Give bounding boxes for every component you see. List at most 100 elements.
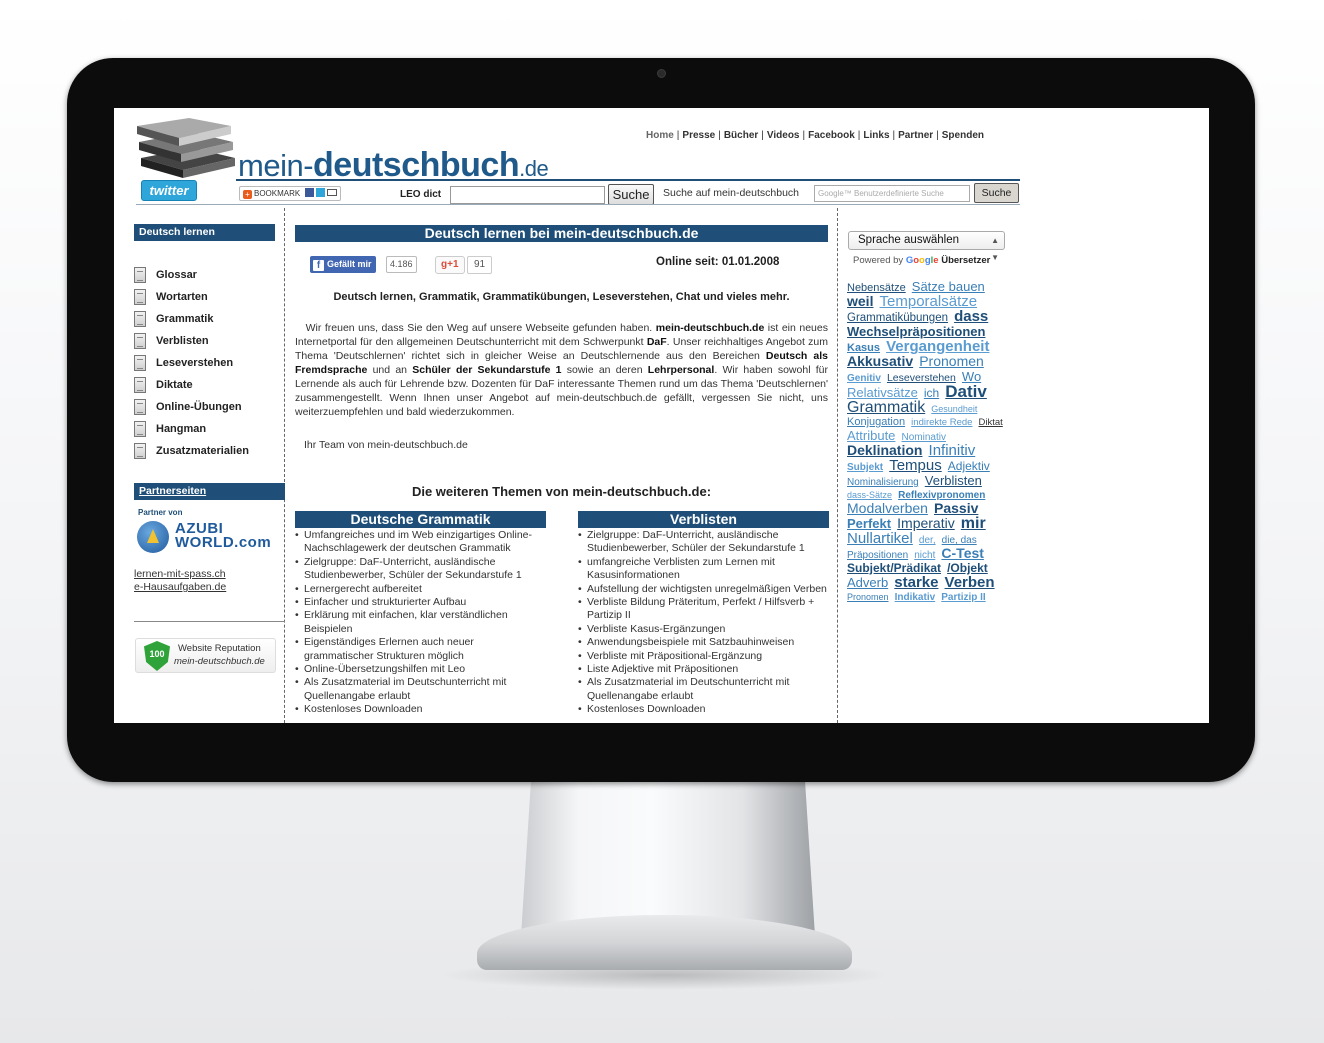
list-item: Anwendungsbeispiele mit Satzbauhinweisen [578, 636, 829, 650]
verblisten-box-title[interactable]: Verblisten [578, 511, 829, 528]
list-item: Lernergerecht aufbereitet [295, 583, 546, 597]
azubi-logo-icon[interactable] [137, 521, 169, 553]
tag-link[interactable]: ich [924, 386, 939, 400]
tag-link[interactable]: Tempus [889, 457, 942, 474]
nav-item-presse[interactable]: Presse [682, 130, 715, 141]
google-plus-button[interactable]: g+1 [435, 256, 465, 274]
select-arrows-icon: ▲ ▼ [991, 236, 999, 262]
partner-link[interactable]: lernen-mit-spass.ch [134, 568, 226, 581]
nav-item-videos[interactable]: Videos [767, 130, 800, 141]
site-search-input[interactable]: Google™ Benutzerdefinierte Suche [814, 185, 970, 202]
tag-link[interactable]: Gesundheit [931, 404, 977, 414]
sidebar-item-diktate[interactable]: Diktate [134, 374, 249, 396]
team-signature: Ihr Team von mein-deutschbuch.de [304, 439, 468, 451]
tag-link[interactable]: mir [961, 515, 986, 532]
facebook-like-button[interactable]: f Gefällt mir [310, 256, 376, 273]
reputation-title: Website Reputation [178, 643, 261, 654]
tag-link[interactable]: Modalverben [847, 500, 928, 516]
nav-item-links[interactable]: Links [863, 130, 889, 141]
tag-link[interactable]: weil [847, 293, 873, 309]
tag-link[interactable]: Nominalisierung [847, 477, 919, 488]
tag-link[interactable]: Wechselpräpositionen [847, 324, 985, 339]
leo-search-button[interactable]: Suche [608, 184, 654, 205]
tag-link[interactable]: Partizip II [941, 592, 985, 603]
sidebar-item-verblisten[interactable]: Verblisten [134, 330, 249, 352]
tag-link[interactable]: Deklination [847, 442, 922, 458]
language-select[interactable]: Sprache auswählen ▲ ▼ [848, 231, 1005, 262]
tag-link[interactable]: Pronomen [919, 353, 984, 369]
sidebar-item-grammatik[interactable]: Grammatik [134, 308, 249, 330]
tag-link[interactable]: Akkusativ [847, 353, 913, 369]
site-search-button[interactable]: Suche [974, 183, 1019, 203]
tag-link[interactable]: starke [894, 574, 938, 591]
sidebar-item-leseverstehen[interactable]: Leseverstehen [134, 352, 249, 374]
plus-icon: + [243, 190, 252, 199]
tag-link[interactable]: dass [954, 308, 988, 325]
nav-item-spenden[interactable]: Spenden [942, 130, 984, 141]
nav-item-home[interactable]: Home [646, 130, 674, 141]
header-bottom-divider [136, 204, 1020, 205]
reputation-site: mein-deutschbuch.de [174, 656, 265, 667]
tag-link[interactable]: Indikativ [895, 592, 936, 603]
tag-link[interactable]: Nullartikel [847, 530, 913, 547]
twitter-button[interactable]: twitter [141, 180, 197, 201]
sidebar-item-online-übungen[interactable]: Online-Übungen [134, 396, 249, 418]
sidebar-divider [134, 621, 285, 622]
nav-item-b-cher[interactable]: Bücher [724, 130, 758, 141]
nav-separator: | [761, 130, 764, 141]
tag-link[interactable]: Subjekt/Prädikat [847, 561, 941, 575]
right-column-divider [837, 208, 838, 723]
bookmark-button[interactable]: + BOOKMARK [239, 186, 342, 201]
partner-heading[interactable]: Partnerseiten [134, 483, 285, 500]
tag-link[interactable]: Pronomen [847, 592, 889, 602]
azubi-world-logo[interactable]: AZUBI WORLD.com [175, 521, 271, 550]
document-icon [134, 443, 146, 459]
tag-link[interactable]: Subjekt [847, 462, 883, 473]
tag-link[interactable]: indirekte Rede [911, 417, 972, 428]
tag-link[interactable]: Dativ [945, 382, 987, 401]
nav-separator: | [676, 130, 680, 141]
tag-link[interactable]: Imperativ [897, 515, 955, 531]
nav-item-facebook[interactable]: Facebook [808, 130, 855, 141]
tag-link[interactable]: C-Test [941, 545, 984, 561]
tag-link[interactable]: dass-Sätze [847, 490, 892, 500]
nav-separator: | [718, 130, 721, 141]
document-icon [134, 377, 146, 393]
tag-link[interactable]: Sätze bauen [912, 279, 985, 294]
tag-link[interactable]: Relativsätze [847, 385, 918, 400]
leo-search-input[interactable] [450, 186, 605, 204]
tag-link[interactable]: Attribute [847, 428, 895, 443]
tag-link[interactable]: Diktat [979, 417, 1003, 428]
sidebar-item-wortarten[interactable]: Wortarten [134, 286, 249, 308]
nav-item-partner[interactable]: Partner [898, 130, 933, 141]
tag-link[interactable]: /Objekt [947, 561, 988, 575]
tag-link[interactable]: Präpositionen [847, 550, 908, 561]
tag-cloud: Nebensätze Sätze bauen weil Temporalsätz… [847, 280, 1012, 604]
tag-link[interactable]: Grammatikübungen [847, 312, 948, 324]
sidebar-item-hangman[interactable]: Hangman [134, 418, 249, 440]
tag-link[interactable]: Adverb [847, 575, 888, 590]
grammatik-box-title[interactable]: Deutsche Grammatik [295, 511, 546, 528]
tag-link[interactable]: Verben [945, 574, 995, 591]
list-item: Zielgruppe: DaF-Unterricht, ausländische… [578, 529, 829, 556]
sidebar-item-label: Zusatzmaterialien [156, 445, 249, 457]
partner-link[interactable]: e-Hausaufgaben.de [134, 581, 226, 594]
tag-link[interactable]: der, [919, 535, 936, 546]
tag-link[interactable]: nicht [914, 550, 935, 561]
sidebar-menu: Glossar Wortarten Grammatik Verblisten Lesev… [134, 264, 249, 462]
tag-link[interactable]: Perfekt [847, 516, 891, 531]
tag-link[interactable]: Grammatik [847, 399, 925, 416]
sidebar-item-glossar[interactable]: Glossar [134, 264, 249, 286]
tag-link[interactable]: Adjektiv [948, 459, 990, 473]
tag-link[interactable]: Genitiv [847, 373, 881, 384]
document-icon [134, 421, 146, 437]
sidebar-item-label: Diktate [156, 379, 193, 391]
sidebar-item-label: Leseverstehen [156, 357, 234, 369]
tag-link[interactable]: Verblisten [925, 473, 982, 488]
list-item: Verbliste Kasus-Ergänzungen [578, 623, 829, 637]
tag-link[interactable]: Passiv [934, 500, 978, 516]
nav-separator: | [936, 130, 939, 141]
sidebar-item-zusatzmaterialien[interactable]: Zusatzmaterialien [134, 440, 249, 462]
website-reputation-badge[interactable]: 100 Website Reputation mein-deutschbuch.… [135, 638, 276, 673]
tag-link[interactable]: Konjugation [847, 416, 905, 428]
